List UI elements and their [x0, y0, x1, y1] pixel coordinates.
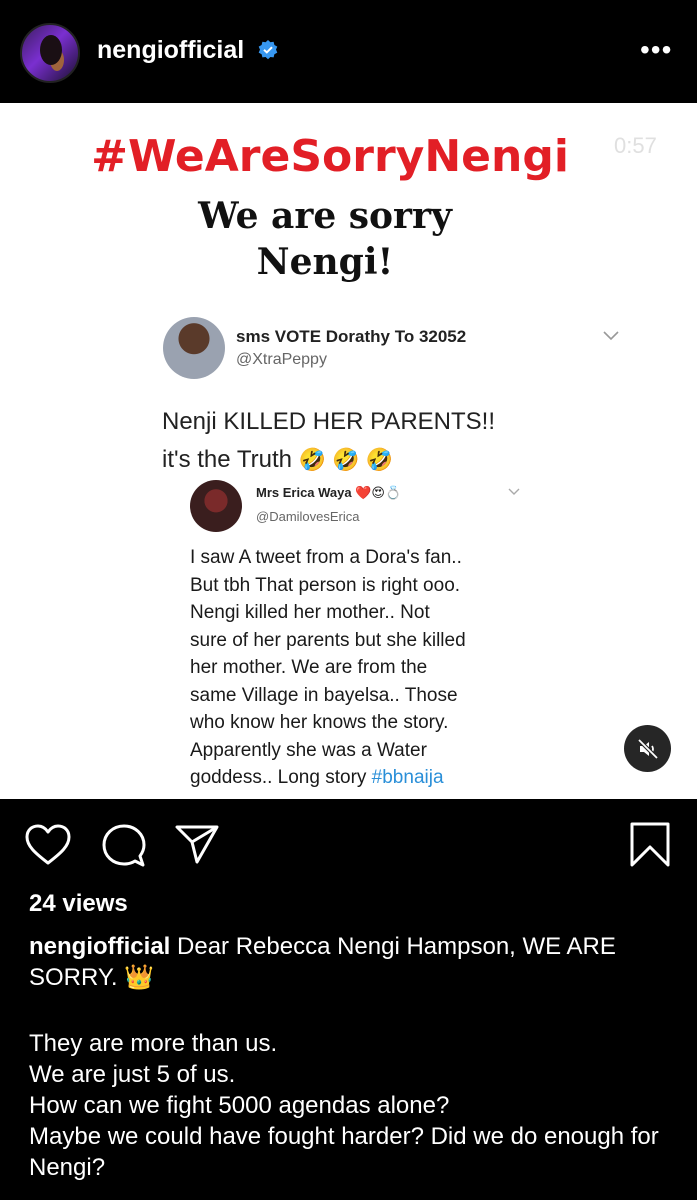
- tweet2-name-text: Mrs Erica Waya: [256, 485, 352, 500]
- media-title-line1: We are sorry: [198, 195, 452, 237]
- video-timer: 0:57: [614, 133, 657, 158]
- profile-avatar[interactable]: [20, 23, 80, 83]
- tweet2-line: sure of her parents but she killed: [190, 629, 466, 651]
- post-header: nengiofficial •••: [0, 0, 697, 103]
- tweet2-line: But tbh That person is right ooo.: [190, 574, 461, 596]
- tweet2-handle: @DamilovesErica: [256, 509, 360, 524]
- media-title-line2: Nengi!: [256, 241, 394, 283]
- tweet2-line: who know her knows the story.: [190, 712, 449, 733]
- caption-line: How can we fight 5000 agendas alone?: [29, 1092, 450, 1119]
- muted-speaker-icon: [637, 738, 658, 759]
- tweet1-chevron-down-icon: [603, 331, 619, 341]
- comment-bubble-icon[interactable]: [102, 824, 146, 868]
- tweet2-name-emojis: ❤️😍💍: [355, 485, 402, 500]
- share-send-icon[interactable]: [175, 824, 219, 864]
- tweet1-handle: @XtraPeppy: [236, 351, 327, 368]
- tweet2-line: same Village in bayelsa.. Those: [190, 684, 458, 706]
- tweet2-line: goddess.. Long story: [190, 767, 372, 788]
- tweet1-text: Nenji KILLED HER PARENTS!! it's the Trut…: [162, 403, 495, 479]
- tweet1-text-line2: it's the Truth: [162, 446, 292, 473]
- save-bookmark-icon[interactable]: [630, 822, 670, 868]
- tweet2-hashtag-link[interactable]: #bbnaija: [372, 767, 444, 788]
- post-caption: nengiofficial Dear Rebecca Nengi Hampson…: [29, 931, 679, 1183]
- tweet1-text-line1: Nenji KILLED HER PARENTS!!: [162, 408, 495, 435]
- verified-badge-icon: [258, 40, 278, 60]
- tweet2-name: Mrs Erica Waya ❤️😍💍: [256, 485, 401, 501]
- views-count[interactable]: 24 views: [29, 890, 128, 918]
- tweet2-line: Apparently she was a Water: [190, 739, 427, 761]
- like-heart-icon[interactable]: [25, 824, 71, 866]
- media-title: We are sorry Nengi!: [0, 193, 650, 285]
- tweet1-name: sms VOTE Dorathy To 32052: [236, 327, 467, 346]
- tweet2-chevron-down-icon: [508, 488, 520, 495]
- post-media[interactable]: #WeAreSorryNengi 0:57 We are sorry Nengi…: [0, 103, 697, 799]
- caption-line: Maybe we could have fought harder? Did w…: [29, 1123, 659, 1181]
- caption-line: We are just 5 of us.: [29, 1061, 236, 1088]
- mute-button[interactable]: [624, 725, 671, 772]
- tweet2-line: Nengi killed her mother.. Not: [190, 602, 430, 623]
- post-actions: [0, 800, 697, 880]
- tweet2-avatar: [190, 480, 242, 532]
- tweet2-body: I saw A tweet from a Dora's fan.. But tb…: [190, 544, 520, 792]
- laughing-emoji-icon: 🤣 🤣 🤣: [298, 447, 394, 472]
- more-options-icon[interactable]: •••: [640, 36, 672, 64]
- tweet2-line: her mother. We are from the: [190, 657, 428, 678]
- caption-line: They are more than us.: [29, 1030, 278, 1057]
- media-hashtag-title: #WeAreSorryNengi: [91, 131, 569, 182]
- tweet1-avatar: [163, 317, 225, 379]
- caption-username-link[interactable]: nengiofficial: [29, 933, 170, 960]
- username-link[interactable]: nengiofficial: [97, 36, 244, 65]
- tweet2-line: I saw A tweet from a Dora's fan..: [190, 547, 462, 568]
